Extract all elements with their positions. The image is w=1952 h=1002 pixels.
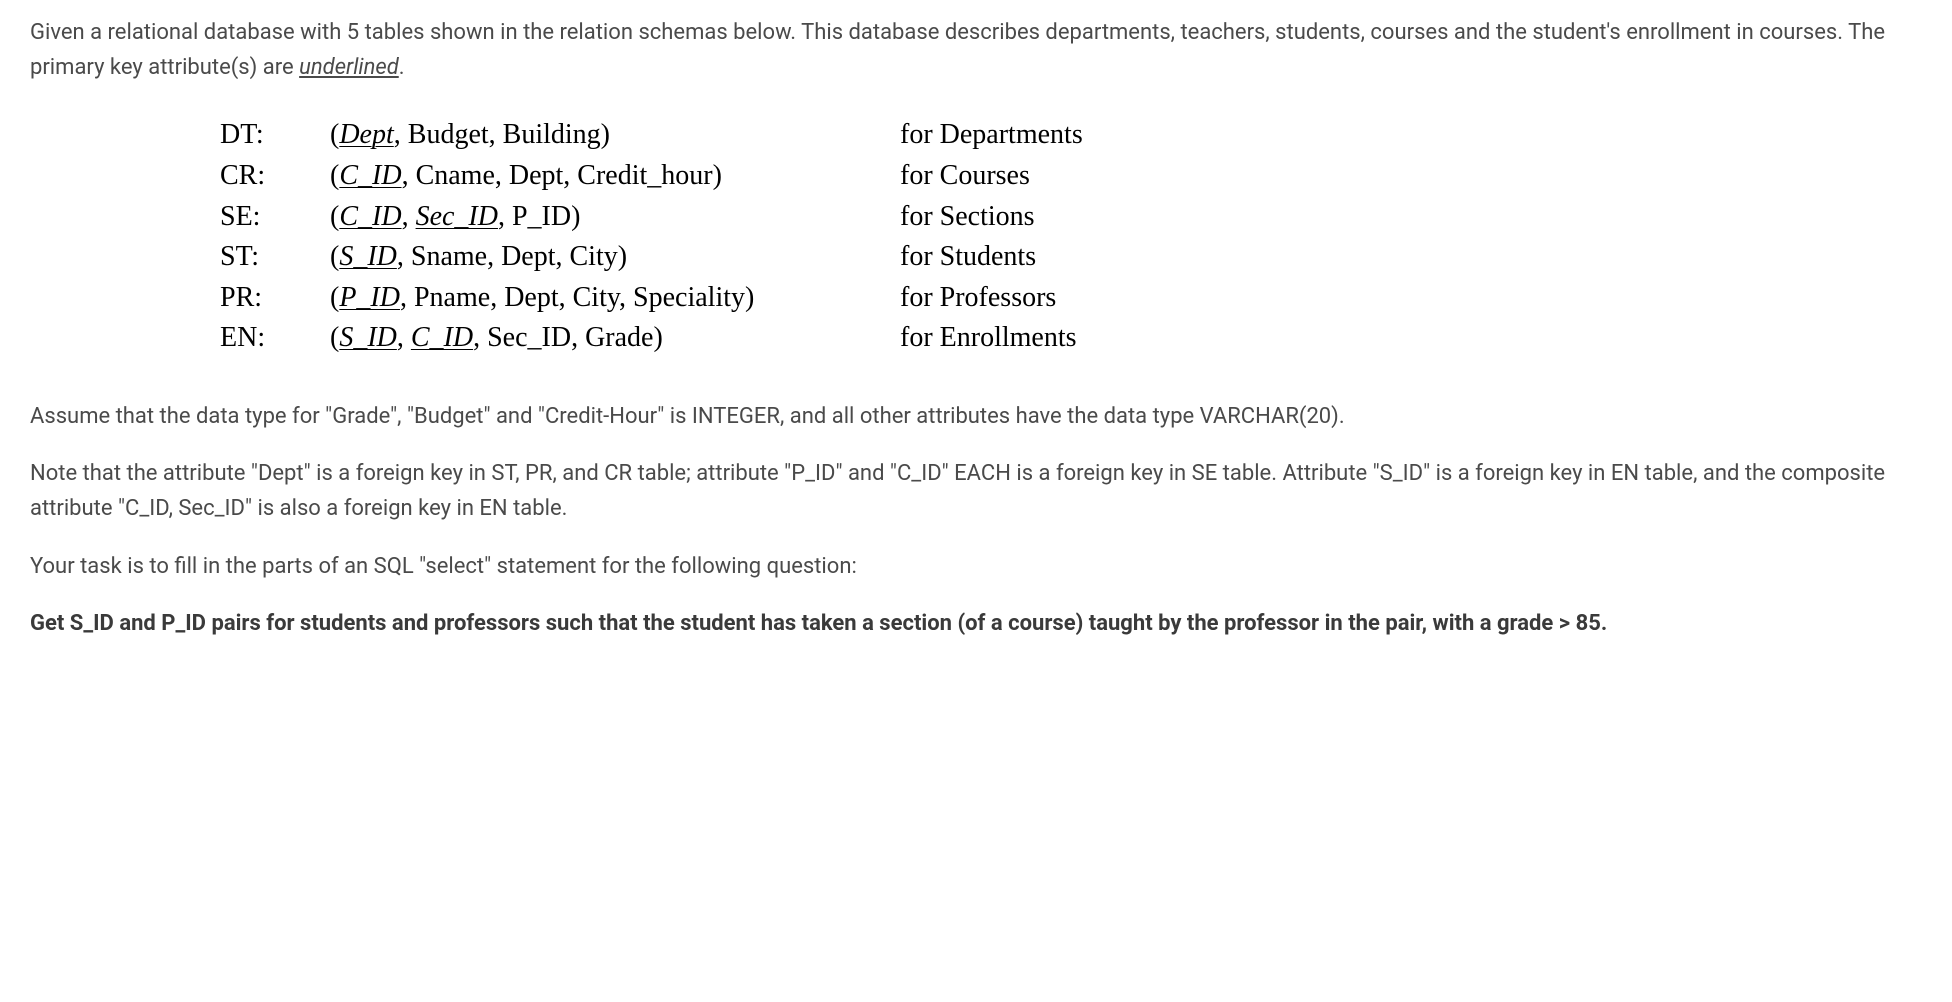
paren-open: ( <box>330 241 339 272</box>
schema-row-se: SE: (C_ID, Sec_ID, P_ID) for Sections <box>220 197 1922 238</box>
pk-pid-pr: P_ID <box>339 282 400 313</box>
pk-secid-se: Sec_ID <box>416 201 498 232</box>
schema-label-st: ST: <box>220 237 330 278</box>
schema-rest-se: , P_ID) <box>498 201 580 232</box>
schema-row-st: ST: (S_ID, Sname, Dept, City) for Studen… <box>220 237 1922 278</box>
schema-rest-pr: , Pname, Dept, City, Speciality) <box>400 282 754 313</box>
schema-rest-cr: , Cname, Dept, Credit_hour) <box>402 160 722 191</box>
schema-row-pr: PR: (P_ID, Pname, Dept, City, Speciality… <box>220 278 1922 319</box>
schema-label-en: EN: <box>220 318 330 359</box>
paren-open: ( <box>330 119 339 150</box>
schema-row-cr: CR: (C_ID, Cname, Dept, Credit_hour) for… <box>220 156 1922 197</box>
pk-sid-en: S_ID <box>339 322 397 353</box>
comma-se: , <box>402 201 416 232</box>
comma-en: , <box>397 322 411 353</box>
schema-label-pr: PR: <box>220 278 330 319</box>
schema-rest-dt: , Budget, Building) <box>394 119 610 150</box>
schema-def-dt: (Dept, Budget, Building) <box>330 115 900 156</box>
intro-text-after: . <box>399 55 405 80</box>
pk-sid-st: S_ID <box>339 241 397 272</box>
intro-paragraph: Given a relational database with 5 table… <box>30 15 1922 85</box>
schema-row-en: EN: (S_ID, C_ID, Sec_ID, Grade) for Enro… <box>220 318 1922 359</box>
schema-def-pr: (P_ID, Pname, Dept, City, Speciality) <box>330 278 900 319</box>
paren-open: ( <box>330 201 339 232</box>
paren-open: ( <box>330 160 339 191</box>
schema-def-en: (S_ID, C_ID, Sec_ID, Grade) <box>330 318 900 359</box>
pk-cid-en: C_ID <box>411 322 473 353</box>
paren-open: ( <box>330 282 339 313</box>
pk-dept: Dept <box>339 119 393 150</box>
schema-desc-pr: for Professors <box>900 278 1056 319</box>
schema-label-se: SE: <box>220 197 330 238</box>
schema-def-se: (C_ID, Sec_ID, P_ID) <box>330 197 900 238</box>
pk-cid-cr: C_ID <box>339 160 401 191</box>
schema-rest-en: , Sec_ID, Grade) <box>473 322 663 353</box>
schema-desc-st: for Students <box>900 237 1036 278</box>
foreignkey-paragraph: Note that the attribute "Dept" is a fore… <box>30 456 1922 526</box>
schema-def-st: (S_ID, Sname, Dept, City) <box>330 237 900 278</box>
schema-desc-cr: for Courses <box>900 156 1030 197</box>
intro-underlined-word: underlined <box>299 55 399 80</box>
schema-label-dt: DT: <box>220 115 330 156</box>
schema-row-dt: DT: (Dept, Budget, Building) for Departm… <box>220 115 1922 156</box>
schema-block: DT: (Dept, Budget, Building) for Departm… <box>220 115 1922 359</box>
schema-desc-en: for Enrollments <box>900 318 1077 359</box>
schema-desc-dt: for Departments <box>900 115 1083 156</box>
schema-rest-st: , Sname, Dept, City) <box>397 241 627 272</box>
pk-cid-se: C_ID <box>339 201 401 232</box>
schema-def-cr: (C_ID, Cname, Dept, Credit_hour) <box>330 156 900 197</box>
datatype-paragraph: Assume that the data type for "Grade", "… <box>30 399 1922 434</box>
schema-label-cr: CR: <box>220 156 330 197</box>
schema-desc-se: for Sections <box>900 197 1035 238</box>
task-paragraph: Your task is to fill in the parts of an … <box>30 549 1922 584</box>
paren-open: ( <box>330 322 339 353</box>
question-paragraph: Get S_ID and P_ID pairs for students and… <box>30 606 1922 641</box>
